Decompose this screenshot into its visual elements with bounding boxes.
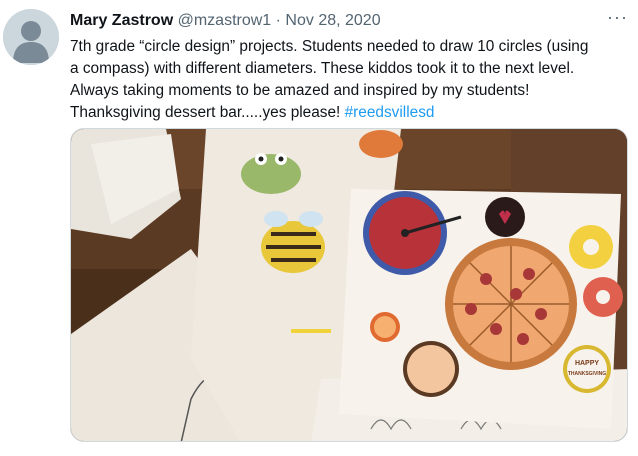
tweet-date[interactable]: Nov 28, 2020 [285,12,380,29]
tweet-line: a compass) with different diameters. The… [70,60,575,77]
happy-label: HAPPY [575,360,599,367]
avatar[interactable] [3,9,59,65]
tweet-line-text: Thanksgiving dessert bar.....yes please! [70,104,345,121]
author-name[interactable]: Mary Zastrow [70,12,173,29]
tweet-line: Always taking moments to be amazed and i… [70,82,530,99]
hashtag-link[interactable]: #reedsvillesd [345,104,435,121]
tweet-text: 7th grade “circle design” projects. Stud… [70,36,630,124]
header-separator: · [275,12,281,29]
photo-artwork: HAPPY THANKSGIVING [71,129,627,441]
tweet-header: Mary Zastrow @mzastrow1 · Nov 28, 2020 [70,10,624,32]
default-avatar-icon [3,9,59,65]
turkey-drawing [359,130,403,158]
tweet-line-last: Thanksgiving dessert bar.....yes please!… [70,102,630,124]
more-options-icon[interactable]: ··· [607,8,628,26]
tweet-photo[interactable]: HAPPY THANKSGIVING [70,128,628,442]
thanksgiving-label: THANKSGIVING [568,371,606,377]
frog-drawing [241,154,301,194]
tweet-line: 7th grade “circle design” projects. Stud… [70,38,589,55]
author-handle[interactable]: @mzastrow1 [178,12,272,29]
